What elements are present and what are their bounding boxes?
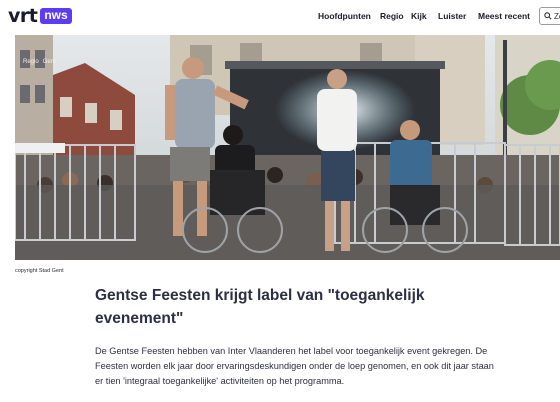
breadcrumb-gent[interactable]: Gent (43, 59, 56, 65)
nav-luister[interactable]: Luister (438, 11, 466, 21)
logo-badge: nws (40, 8, 72, 24)
festival-photo (15, 35, 560, 260)
photo-credit: copyright Stad Gent (15, 268, 64, 274)
article-title: Gentse Feesten krijgt label van "toegank… (95, 287, 425, 327)
hero-image: Regio Gent (15, 35, 560, 260)
search-label: Zo (554, 11, 560, 21)
nav-hoofdpunten[interactable]: Hoofdpunten (318, 11, 371, 21)
logo-text: vrt (8, 5, 38, 27)
breadcrumb-regio[interactable]: Regio (23, 59, 39, 65)
vrt-nws-logo[interactable]: vrt nws (8, 6, 72, 26)
search-button[interactable]: Zo (539, 7, 560, 25)
nav-regio[interactable]: Regio (380, 11, 404, 21)
article-card: Gentse Feesten krijgt label van "toegank… (80, 268, 540, 402)
article-lead: De Gentse Feesten hebben van Inter Vlaan… (95, 346, 494, 386)
nav-meest-recent[interactable]: Meest recent (478, 11, 530, 21)
breadcrumb: Regio Gent (23, 59, 56, 65)
search-icon (544, 12, 552, 20)
nav-kijk[interactable]: Kijk (411, 11, 427, 21)
site-header: vrt nws Hoofdpunten Regio Kijk Luister M… (0, 0, 560, 34)
